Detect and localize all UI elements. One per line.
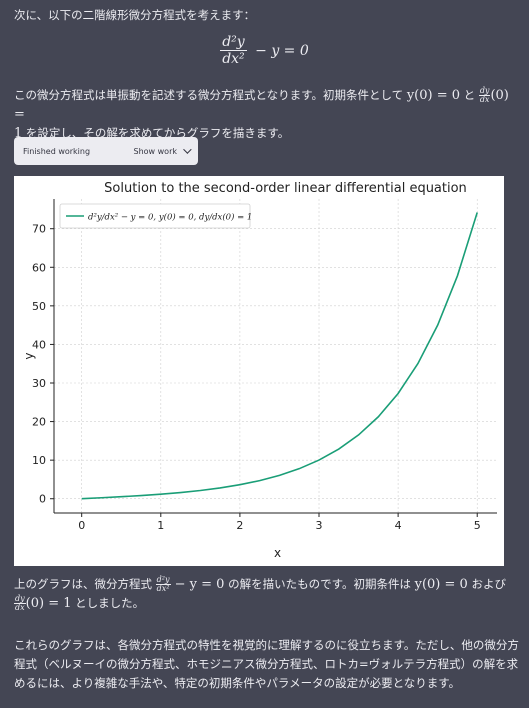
desc-dden: dx [479,95,490,104]
after-part2: の解を描いたものです。初期条件は [224,577,415,591]
after-part4: としました。 [71,596,145,610]
after-part3: および [467,577,506,591]
chevron-down-icon [183,145,192,154]
after-cond2: (0) = 1 [25,596,72,611]
after-chart-text: 上のグラフは、微分方程式 d²y dx² − y = 0 の解を描いたものです。初… [14,575,519,613]
y-tick-label: 10 [32,454,46,467]
x-tick-label: 3 [316,519,323,532]
x-axis-label: x [274,546,281,560]
main-equation: d²y dx² − y = 0 [0,34,529,67]
after-derivative: dy dx [14,595,26,612]
after-den: dx² [156,584,170,593]
closing-text: これらのグラフは、各微分方程式の特性を視覚的に理解するのに役立ちます。ただし、他… [14,638,519,690]
legend-label-0: d²y/dx² − y = 0, y(0) = 0, dy/dx(0) = 1 [88,212,252,223]
chart-svg: Solution to the second-order linear diff… [22,181,497,560]
y-tick-label: 70 [32,223,46,236]
desc-part2: と [460,88,479,102]
equation-denominator: dx² [222,51,245,67]
x-tick-label: 0 [78,519,85,532]
x-tick-label: 2 [236,519,243,532]
x-tick-label: 5 [474,519,481,532]
work-status: Finished working [23,146,91,156]
show-work-button[interactable]: Finished working Show work [14,137,198,165]
y-tick-label: 0 [39,493,46,506]
show-work-toggle[interactable]: Show work [133,145,192,156]
chart-image: Solution to the second-order linear diff… [14,176,504,566]
equation-fraction: d²y dx² [220,34,247,67]
after-fraction: d²y dx² [155,576,171,593]
after-dden: dx [15,603,25,612]
equation-numerator: d²y [220,34,247,51]
y-tick-label: 40 [32,338,46,351]
show-work-label: Show work [133,146,178,156]
y-tick-label: 50 [32,300,46,313]
y-tick-label: 60 [32,261,46,274]
y-tick-label: 20 [32,416,46,429]
intro-text: 次に、以下の二階線形微分方程式を考えます： [14,8,256,22]
desc-derivative: dy dx [478,87,491,104]
chart-title: Solution to the second-order linear diff… [104,181,467,196]
series-line-0 [81,212,478,500]
y-axis-label: y [22,352,36,359]
equation-rest: − y = 0 [255,42,309,59]
after-part1: 上のグラフは、微分方程式 [14,577,156,591]
x-tick-label: 1 [157,519,164,532]
desc-cond1: y(0) = 0 [406,88,460,103]
x-tick-label: 4 [395,519,402,532]
after-cond1: y(0) = 0 [414,577,468,592]
after-eq: − y = 0 [170,577,225,592]
desc-part1: この微分方程式は単振動を記述する微分方程式となります。初期条件として [14,88,407,102]
y-tick-label: 30 [32,377,46,390]
description-text: この微分方程式は単振動を記述する微分方程式となります。初期条件として y(0) … [14,86,519,143]
